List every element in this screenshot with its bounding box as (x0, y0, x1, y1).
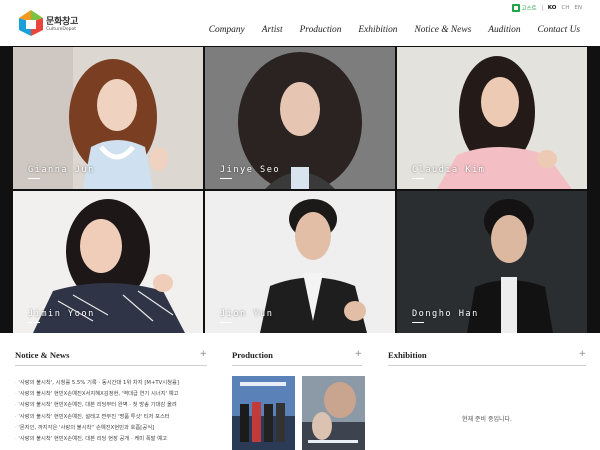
news-item[interactable]: '사랑의 불시착', 시청률 5.5% 기록 · 동시간대 1위 차지 [M+T… (15, 378, 207, 389)
artist-name: Gianna Jun (28, 165, 95, 175)
exhibition-title: Exhibition (388, 350, 427, 360)
ticket-icon (511, 4, 520, 12)
production-title: Production (232, 350, 273, 360)
exhibition-panel: Exhibition + 현재 준비 중입니다. (388, 350, 586, 450)
artist-name: Dongho Han (412, 309, 479, 319)
poster-image (302, 376, 365, 450)
notice-panel: Notice & News + '사랑의 불시착', 시청률 5.5% 기록 ·… (15, 350, 207, 445)
name-underline (28, 322, 40, 323)
artist-tile-jion-yun[interactable]: Jion Yun (205, 191, 395, 333)
panel-header: Production + (232, 350, 362, 366)
name-underline (220, 178, 232, 179)
news-item[interactable]: '사랑의 불시착' 현빈X손예진, 대본 리딩부터 완벽 · 첫 방송 기대감 … (15, 400, 207, 411)
artist-tile-dongho-han[interactable]: Dongho Han (397, 191, 587, 333)
notice-title: Notice & News (15, 350, 70, 360)
nav-production[interactable]: Production (300, 25, 342, 35)
bottom-panels: Notice & News + '사랑의 불시착', 시청률 5.5% 기록 ·… (0, 333, 600, 450)
production-panel: Production + (232, 350, 365, 450)
artist-tile-claudia-kim[interactable]: Claudia Kim (397, 47, 587, 189)
logo-mark-icon (19, 10, 43, 36)
site-logo[interactable]: 문화창고 CultureDepot (17, 8, 79, 40)
logo-subtitle: CultureDepot (46, 27, 76, 32)
news-item[interactable]: '사랑의 불시착' 현빈X손예진, 설레고 짠무진 '명품 투샷' 티저 포스터 (15, 412, 207, 423)
panel-header: Notice & News + (15, 350, 207, 366)
artist-name: Claudia Kim (412, 165, 486, 175)
name-underline (412, 178, 424, 179)
artist-tile-jimin-yoon[interactable]: Jimin Yoon (13, 191, 203, 333)
name-underline (412, 322, 424, 323)
artist-tile-gianna-jun[interactable]: Gianna Jun (13, 47, 203, 189)
nav-contact[interactable]: Contact Us (538, 25, 580, 35)
utility-bar: 고스트 KO CH EN (511, 4, 582, 12)
lang-ch[interactable]: CH (561, 5, 569, 11)
main-nav: Company Artist Production Exhibition Not… (209, 25, 580, 35)
lang-en[interactable]: EN (574, 5, 582, 11)
artist-name: Jinye Seo (220, 165, 281, 175)
news-list: '사랑의 불시착', 시청률 5.5% 기록 · 동시간대 1위 차지 [M+T… (15, 378, 207, 445)
news-item[interactable]: '사랑의 불시착' 현빈X손예진, 대본 리딩 현장 공개 · 케미 폭발 예고 (15, 434, 207, 445)
notice-more-plus-icon[interactable]: + (199, 350, 207, 359)
ticket-button[interactable]: 고스트 (511, 4, 537, 12)
name-underline (220, 322, 232, 323)
exhibition-empty-message: 현재 준비 중입니다. (462, 416, 512, 423)
production-more-plus-icon[interactable]: + (354, 350, 362, 359)
artist-grid: Gianna Jun Jinye Seo Claudia Kim Jimin Y… (0, 46, 600, 333)
poster-image (232, 376, 295, 450)
nav-exhibition[interactable]: Exhibition (358, 25, 397, 35)
artist-name: Jion Yun (220, 309, 274, 319)
artist-name: Jimin Yoon (28, 309, 95, 319)
panel-header: Exhibition + (388, 350, 586, 366)
ticket-label: 고스트 (521, 6, 537, 12)
news-item[interactable]: '몬지인, 까지각은 '사랑의 불시착'' 손예진X현빈과 호흡[공식] (15, 423, 207, 434)
site-header: 문화창고 CultureDepot 고스트 KO CH EN Company A… (0, 0, 600, 46)
production-poster-1[interactable] (232, 376, 295, 450)
artist-tile-jinye-seo[interactable]: Jinye Seo (205, 47, 395, 189)
name-underline (28, 178, 40, 179)
nav-artist[interactable]: Artist (262, 25, 283, 35)
nav-audition[interactable]: Audition (488, 25, 520, 35)
nav-notice-news[interactable]: Notice & News (414, 25, 471, 35)
nav-company[interactable]: Company (209, 25, 245, 35)
exhibition-more-plus-icon[interactable]: + (578, 350, 586, 359)
news-item[interactable]: '사랑의 불시착' 현빈X손예진X서지혜X김정현, '역대급 연기 시너지' 예… (15, 389, 207, 400)
lang-ko[interactable]: KO (548, 5, 557, 11)
production-poster-2[interactable] (302, 376, 365, 450)
logo-text: 문화창고 (46, 17, 78, 27)
divider (541, 5, 543, 11)
